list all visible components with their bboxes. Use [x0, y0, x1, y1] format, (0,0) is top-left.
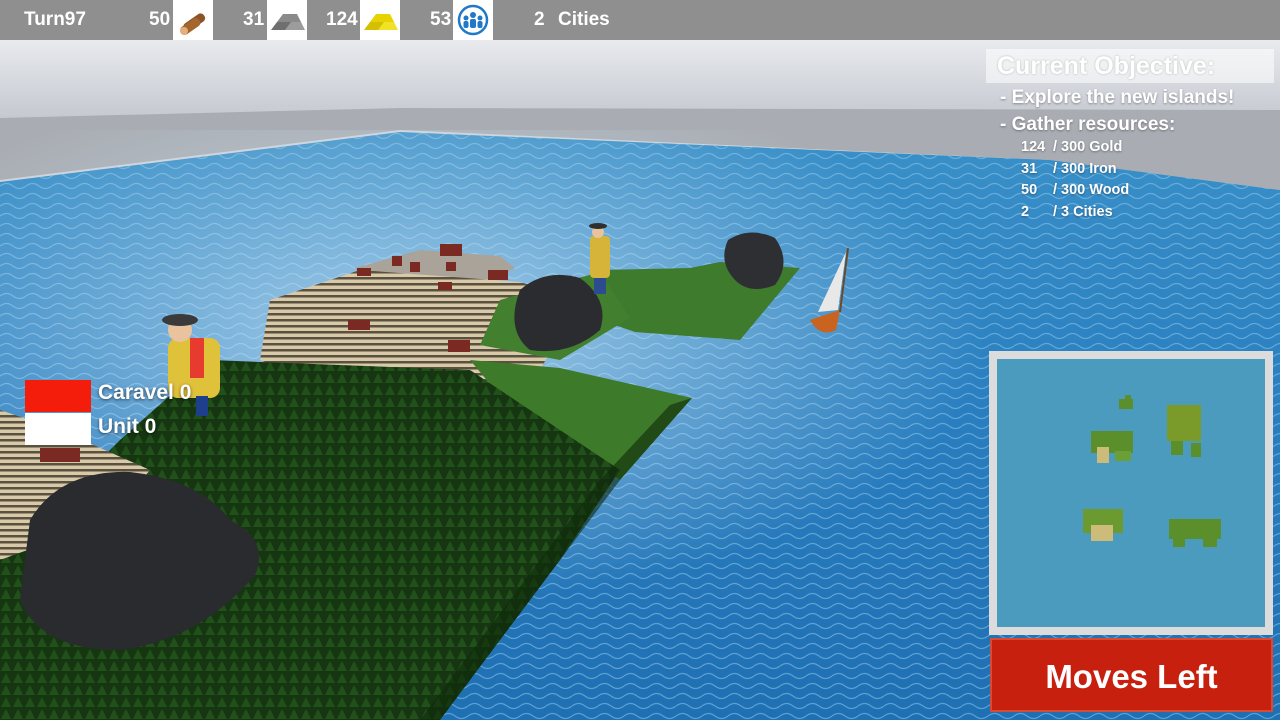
cities-label: Cities [558, 9, 610, 30]
wood-logs-icon [173, 0, 213, 40]
objective-title: Current Objective: [986, 49, 1274, 83]
cities-count: 2 [534, 9, 545, 30]
objective-explore: - Explore the new islands! [1000, 87, 1235, 108]
wood-count: 50 [149, 9, 171, 30]
objective-gold: 124/ 300 Gold [1021, 139, 1123, 155]
population-count: 53 [430, 9, 452, 30]
unit-count-label: Unit 0 [98, 415, 157, 438]
moves-left-button[interactable]: Moves Left [990, 638, 1273, 712]
minimap[interactable] [989, 351, 1273, 635]
minimap-water[interactable] [997, 359, 1265, 627]
objective-iron: 31/ 300 Iron [1021, 161, 1117, 177]
objective-gather: - Gather resources: [1000, 114, 1176, 135]
iron-count: 31 [243, 9, 265, 30]
population-icon [453, 0, 493, 40]
caravel-color-swatch [25, 380, 91, 412]
gold-ingot-icon [360, 0, 400, 40]
objective-cities: 2/ 3 Cities [1021, 204, 1113, 220]
gold-count: 124 [326, 9, 358, 30]
unit-color-swatch [25, 413, 91, 445]
caravel-count-label: Caravel 0 [98, 381, 192, 404]
resource-bar: Turn97 50 31 124 53 2 Cities [0, 0, 1280, 40]
objective-wood: 50/ 300 Wood [1021, 182, 1130, 198]
turn-counter: Turn97 [24, 9, 86, 30]
iron-ingot-icon [267, 0, 307, 40]
